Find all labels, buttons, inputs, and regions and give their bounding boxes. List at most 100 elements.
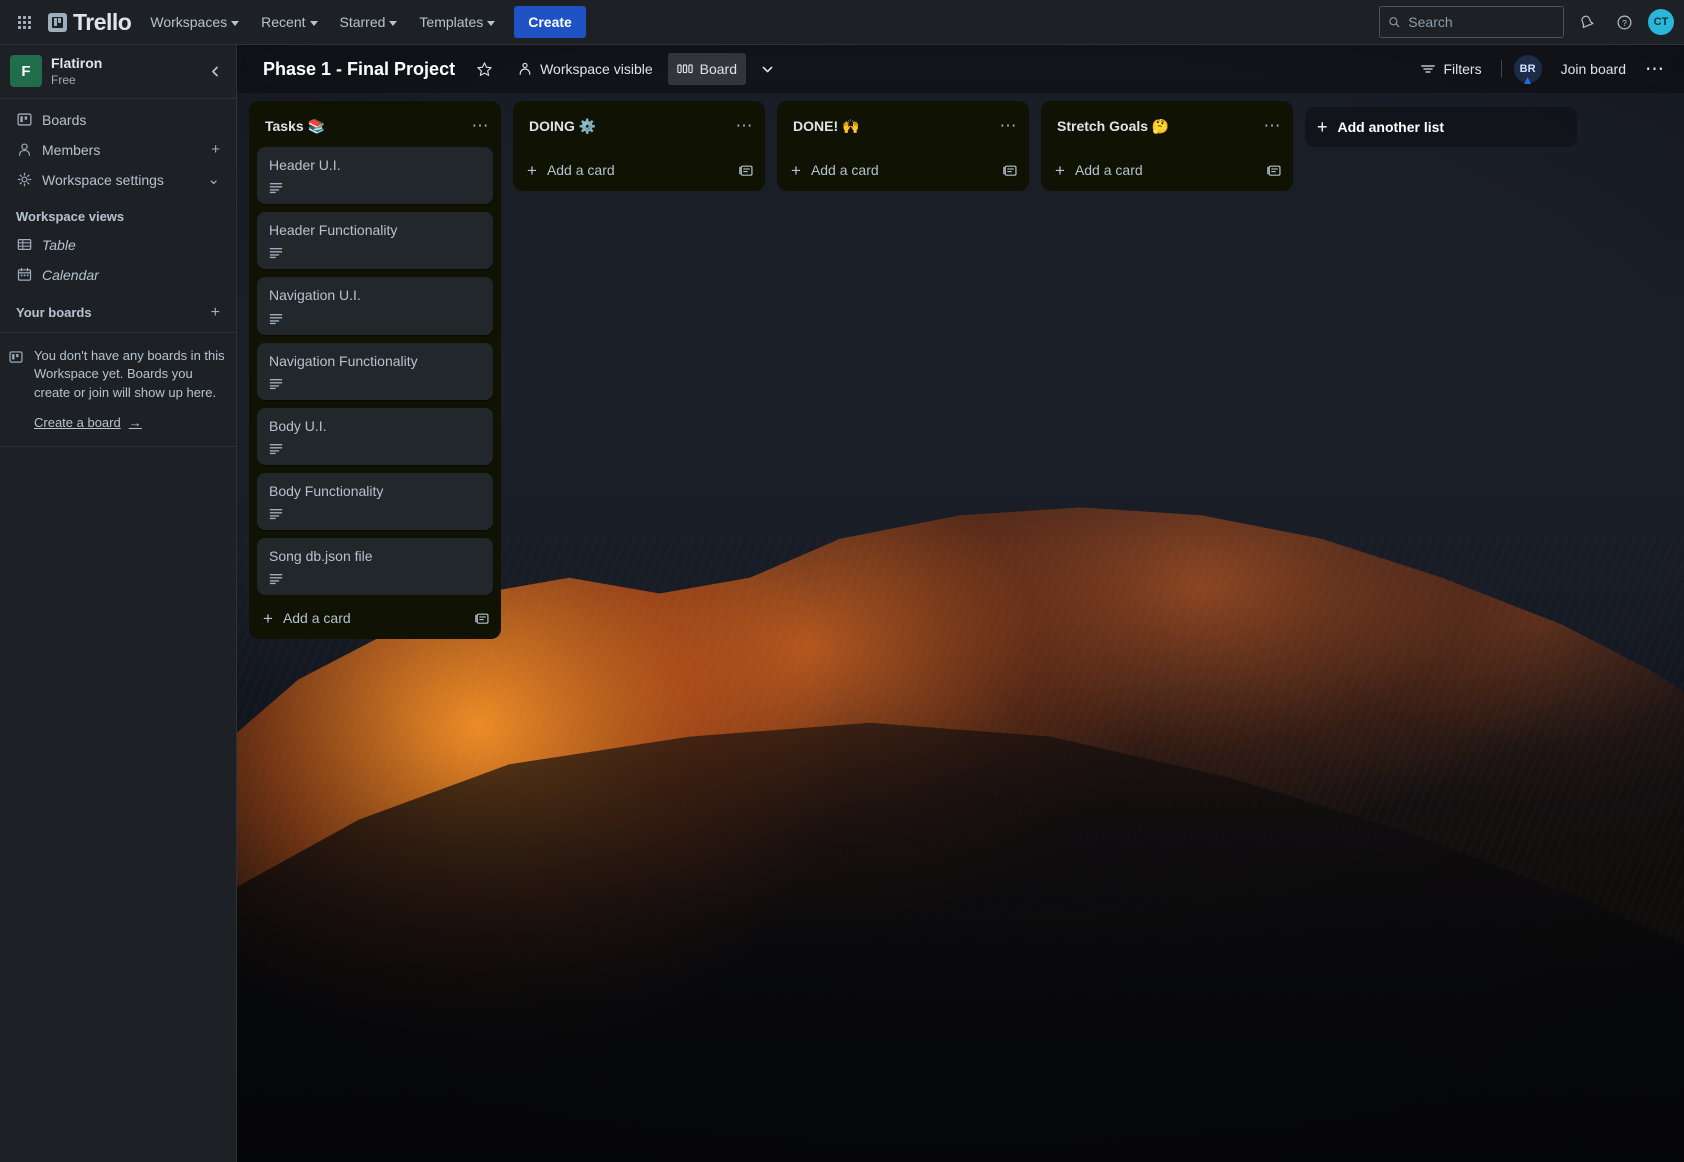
board-visibility-button[interactable]: Workspace visible	[508, 53, 662, 85]
sidebar-item-workspace-settings[interactable]: Workspace settings ⌄	[8, 165, 228, 195]
add-board-button[interactable]: +	[211, 304, 220, 322]
list-cards	[521, 143, 761, 147]
workspace-plan: Free	[51, 72, 76, 87]
list-title[interactable]: Stretch Goals 🤔	[1053, 116, 1259, 137]
board-header: Phase 1 - Final Project Workspace visibl…	[237, 45, 1684, 93]
sidebar-item-table-label: Table	[42, 236, 76, 253]
your-boards-label: Your boards	[16, 305, 92, 320]
sidebar-collapse-button[interactable]	[202, 58, 228, 84]
create-a-board-label: Create a board	[34, 415, 121, 431]
card-badges	[269, 508, 481, 520]
add-another-list-button[interactable]: + Add another list	[1305, 107, 1577, 147]
apps-grid-icon[interactable]	[8, 6, 40, 38]
card-title: Body U.I.	[269, 417, 327, 434]
board-lists-canvas[interactable]: Tasks 📚 ⋯ Header U.I. Header Functionali…	[237, 93, 1684, 1162]
list-tasks: Tasks 📚 ⋯ Header U.I. Header Functionali…	[249, 101, 501, 640]
card-template-icon[interactable]	[1001, 161, 1019, 179]
chevron-down-icon	[762, 66, 773, 72]
sidebar-item-members-label: Members	[42, 141, 101, 158]
card[interactable]: Body U.I.	[257, 407, 493, 465]
filters-button[interactable]: Filters	[1411, 53, 1490, 85]
sidebar-divider	[0, 446, 236, 448]
card[interactable]: Navigation U.I.	[257, 277, 493, 335]
app-shell: F Flatiron Free Boards Members + Workspa…	[0, 45, 1684, 1162]
add-card-button[interactable]: + Add a card	[785, 155, 1025, 183]
plus-icon: +	[1055, 160, 1065, 180]
sidebar-item-boards[interactable]: Boards	[8, 105, 228, 135]
list-menu-ellipsis-icon[interactable]: ⋯	[731, 113, 757, 139]
card-template-icon[interactable]	[737, 161, 755, 179]
workspace-views-title: Workspace views	[16, 208, 125, 224]
sidebar-item-calendar[interactable]: Calendar	[8, 260, 228, 290]
workspace-header: F Flatiron Free	[0, 45, 236, 99]
card[interactable]: Navigation Functionality	[257, 342, 493, 400]
card[interactable]: Header Functionality	[257, 212, 493, 270]
card[interactable]: Header U.I.	[257, 147, 493, 205]
board-icon	[16, 112, 32, 128]
list-title[interactable]: Tasks 📚	[261, 116, 467, 137]
nav-item-templates[interactable]: Templates	[409, 6, 505, 38]
member-premium-badge-icon: ▲	[1521, 73, 1534, 87]
table-icon	[16, 237, 32, 253]
svg-text:?: ?	[1622, 17, 1627, 27]
chevron-down-icon[interactable]: ⌄	[207, 172, 220, 187]
notifications-bell-icon[interactable]	[1570, 6, 1602, 38]
add-card-button[interactable]: + Add a card	[257, 603, 497, 631]
card-template-icon[interactable]	[473, 609, 491, 627]
sidebar-nav-list: Boards Members + Workspace settings ⌄ Wo…	[0, 99, 236, 328]
empty-boards-message: You don't have any boards in this Worksp…	[0, 331, 236, 433]
workspace-avatar: F	[10, 55, 42, 88]
card-badges	[269, 573, 481, 585]
board-menu-ellipsis-icon[interactable]: ⋯	[1637, 53, 1672, 85]
board-view-button[interactable]: Board	[667, 53, 746, 85]
add-member-button[interactable]: +	[211, 142, 220, 157]
user-avatar[interactable]: CT	[1648, 9, 1674, 35]
nav-item-starred[interactable]: Starred	[330, 6, 408, 38]
add-card-label: Add a card	[282, 610, 351, 627]
card-title: Header Functionality	[269, 222, 398, 239]
sidebar-item-members[interactable]: Members +	[8, 135, 228, 165]
card-badges	[269, 378, 481, 390]
list-header: DONE! 🙌 ⋯	[785, 109, 1025, 143]
nav-item-starred-label: Starred	[339, 14, 386, 30]
board-view-icon	[676, 64, 693, 74]
help-circle-icon[interactable]: ?	[1608, 6, 1640, 38]
list-doing: DOING ⚙️ ⋯ + Add a card	[513, 101, 765, 191]
description-icon	[269, 509, 283, 520]
card[interactable]: Song db.json file	[257, 538, 493, 596]
join-board-button[interactable]: Join board	[1552, 53, 1635, 85]
sidebar-item-table[interactable]: Table	[8, 230, 228, 260]
description-icon	[269, 313, 283, 324]
list-menu-ellipsis-icon[interactable]: ⋯	[995, 113, 1021, 139]
nav-item-workspaces[interactable]: Workspaces	[140, 6, 249, 38]
top-nav-right-group: ? CT	[1379, 6, 1674, 38]
list-menu-ellipsis-icon[interactable]: ⋯	[467, 113, 493, 139]
create-a-board-link[interactable]: Create a board →	[34, 415, 142, 430]
arrow-right-icon: →	[128, 415, 142, 431]
star-board-button[interactable]	[467, 53, 502, 85]
board-member-avatar[interactable]: BR ▲	[1513, 55, 1542, 87]
add-card-button[interactable]: + Add a card	[1049, 155, 1289, 183]
board-area: Phase 1 - Final Project Workspace visibl…	[237, 45, 1684, 1162]
create-button[interactable]: Create	[514, 6, 586, 38]
board-title[interactable]: Phase 1 - Final Project	[257, 55, 461, 84]
workspace-meta: Flatiron Free	[51, 55, 193, 88]
card-template-icon[interactable]	[1265, 161, 1283, 179]
add-card-button[interactable]: + Add a card	[521, 155, 761, 183]
card[interactable]: Body Functionality	[257, 472, 493, 531]
trello-wordmark: Trello	[73, 8, 132, 35]
search-input[interactable]	[1408, 14, 1555, 30]
list-menu-ellipsis-icon[interactable]: ⋯	[1259, 113, 1285, 139]
add-card-label: Add a card	[546, 162, 615, 178]
top-nav-left-group: Trello Workspaces Recent Starred Templat…	[8, 5, 586, 40]
search-box[interactable]	[1379, 6, 1564, 38]
nav-item-recent[interactable]: Recent	[251, 6, 327, 38]
person-icon	[16, 142, 32, 158]
trello-home-link[interactable]: Trello	[42, 5, 139, 40]
list-title[interactable]: DONE! 🙌	[789, 116, 995, 137]
description-icon	[269, 574, 283, 585]
list-title[interactable]: DOING ⚙️	[525, 116, 731, 137]
board-view-switcher-button[interactable]	[752, 53, 783, 85]
header-divider	[1500, 60, 1502, 78]
your-boards-title: Your boards +	[8, 304, 228, 322]
